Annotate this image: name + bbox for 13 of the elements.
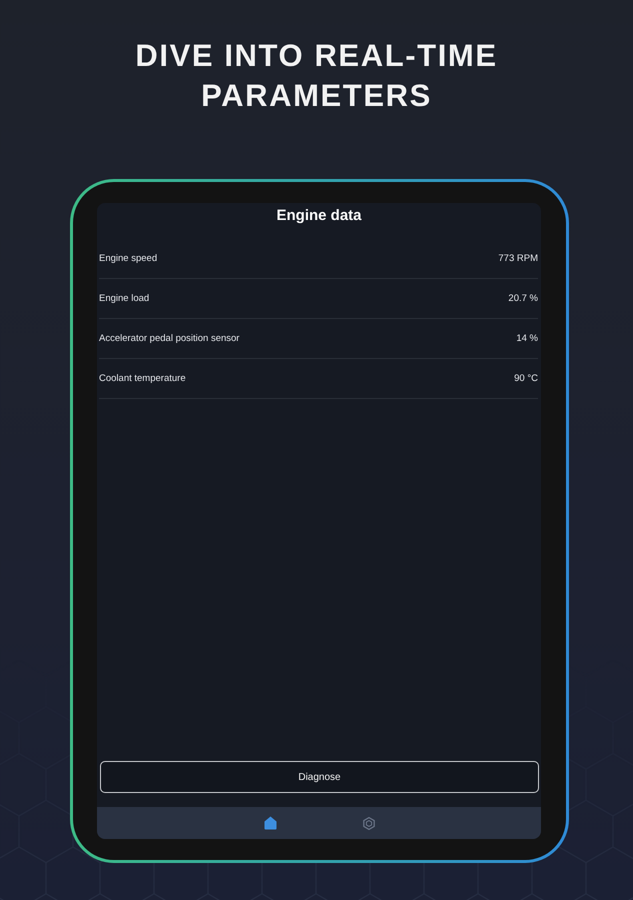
parameter-name: Engine speed: [99, 253, 158, 264]
parameter-value: 90 °C: [514, 373, 538, 384]
diagnose-button[interactable]: Diagnose: [100, 761, 539, 793]
parameter-value: 773 RPM: [498, 253, 538, 264]
parameter-name: Engine load: [99, 293, 150, 304]
headline: DIVE INTO REAL-TIME PARAMETERS: [134, 37, 499, 115]
home-icon[interactable]: [264, 816, 276, 830]
parameter-value: 20.7 %: [508, 293, 538, 304]
hexagon-icon[interactable]: [362, 816, 374, 830]
screen-title: Engine data: [275, 206, 362, 225]
parameter-name: Accelerator pedal position sensor: [99, 333, 240, 344]
parameter-value: 14 %: [516, 333, 538, 344]
parameter-name: Coolant temperature: [99, 373, 186, 384]
